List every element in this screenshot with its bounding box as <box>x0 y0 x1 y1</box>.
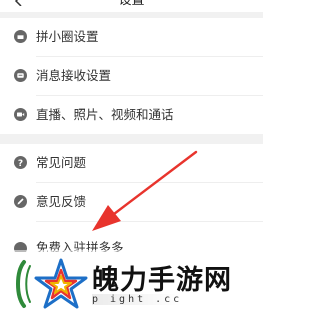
question-icon: ? <box>14 156 27 169</box>
settings-item-label: 意见反馈 <box>36 194 87 209</box>
settings-item-faq[interactable]: ? 常见问题 <box>0 144 263 182</box>
divider <box>36 221 263 222</box>
settings-item-label: 消息接收设置 <box>36 68 112 83</box>
page-title: 设置 <box>118 0 145 8</box>
settings-item-label: 拼小圈设置 <box>36 29 99 44</box>
settings-item-free-join[interactable]: 免费入驻拼多多 <box>0 232 263 252</box>
settings-item-pinxiaoquan[interactable]: 拼小圈设置 <box>0 18 263 56</box>
box-icon <box>14 30 27 43</box>
watermark-url: p ight .cc <box>92 294 183 305</box>
video-icon <box>14 108 27 121</box>
title-bar: 设置 <box>0 0 263 12</box>
settings-item-message-receive[interactable]: 消息接收设置 <box>0 57 263 95</box>
svg-text:?: ? <box>18 159 23 169</box>
settings-item-label: 直播、照片、视频和通话 <box>36 107 174 122</box>
pen-icon <box>14 195 27 208</box>
settings-item-label: 常见问题 <box>36 155 87 170</box>
settings-item-feedback[interactable]: 意见反馈 <box>0 183 263 221</box>
watermark-logo <box>16 258 88 309</box>
watermark-site-name: 魄力手游网 <box>92 265 232 296</box>
section-gap <box>0 134 263 144</box>
settings-item-live-photo-video-call[interactable]: 直播、照片、视频和通话 <box>0 96 263 134</box>
message-icon <box>14 69 27 82</box>
